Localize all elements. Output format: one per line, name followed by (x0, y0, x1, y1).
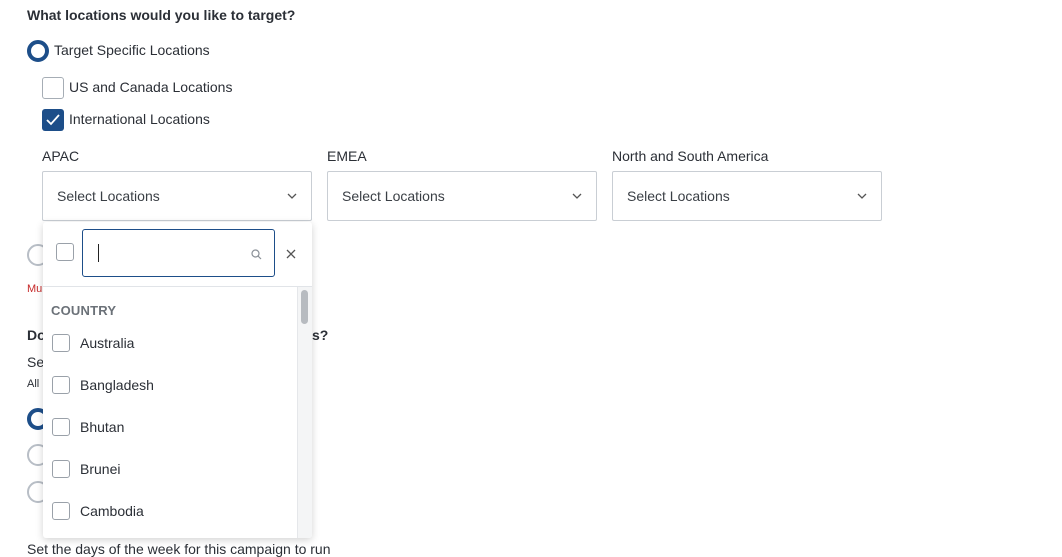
chevron-down-icon (572, 193, 582, 199)
dropdown-header (43, 222, 312, 287)
us-canada-checkbox[interactable] (42, 77, 64, 99)
country-list: COUNTRY Australia Bangladesh Bhutan Brun… (43, 287, 298, 538)
list-item[interactable]: Bangladesh (52, 374, 154, 396)
list-item[interactable]: Cambodia (52, 500, 144, 522)
close-icon[interactable] (286, 249, 296, 259)
apac-select-placeholder: Select Locations (57, 188, 160, 204)
target-specific-radio[interactable] (27, 40, 49, 62)
apac-select[interactable]: Select Locations (42, 171, 312, 221)
error-message: Mu (27, 283, 43, 295)
option-label: Cambodia (80, 503, 144, 519)
emea-label: EMEA (327, 148, 367, 164)
chevron-down-icon (857, 193, 867, 199)
emea-select[interactable]: Select Locations (327, 171, 597, 221)
question2-sub2: All (27, 378, 40, 390)
us-canada-label: US and Canada Locations (69, 79, 233, 95)
option-label: Bangladesh (80, 377, 154, 393)
americas-select[interactable]: Select Locations (612, 171, 882, 221)
international-label: International Locations (69, 111, 210, 127)
location-search-input[interactable] (82, 229, 275, 277)
option-checkbox[interactable] (52, 460, 70, 478)
apac-dropdown-panel: COUNTRY Australia Bangladesh Bhutan Brun… (43, 222, 312, 538)
emea-select-placeholder: Select Locations (342, 188, 445, 204)
dropdown-scrollbar[interactable] (297, 287, 312, 538)
chevron-down-icon (287, 193, 297, 199)
option-label: Brunei (80, 461, 121, 477)
locations-question: What locations would you like to target? (27, 7, 296, 23)
days-of-week-text: Set the days of the week for this campai… (27, 541, 331, 557)
option-checkbox[interactable] (52, 418, 70, 436)
option-label: Australia (80, 335, 135, 351)
americas-label: North and South America (612, 148, 769, 164)
option-checkbox[interactable] (52, 334, 70, 352)
option-checkbox[interactable] (52, 502, 70, 520)
americas-select-placeholder: Select Locations (627, 188, 730, 204)
apac-label: APAC (42, 148, 80, 164)
select-all-checkbox[interactable] (56, 243, 74, 261)
list-item[interactable]: Brunei (52, 458, 120, 480)
question2-end: s? (312, 327, 329, 343)
question2-sub: Se (27, 354, 45, 370)
group-header-country: COUNTRY (51, 303, 117, 318)
search-icon (251, 249, 262, 260)
option-checkbox[interactable] (52, 376, 70, 394)
scrollbar-thumb[interactable] (301, 290, 308, 324)
list-item[interactable]: Bhutan (52, 416, 124, 438)
option-label: Bhutan (80, 419, 125, 435)
list-item[interactable]: Australia (52, 332, 134, 354)
target-specific-label: Target Specific Locations (54, 42, 210, 58)
international-checkbox[interactable] (42, 109, 64, 131)
text-caret (98, 244, 99, 262)
check-icon (46, 114, 60, 126)
